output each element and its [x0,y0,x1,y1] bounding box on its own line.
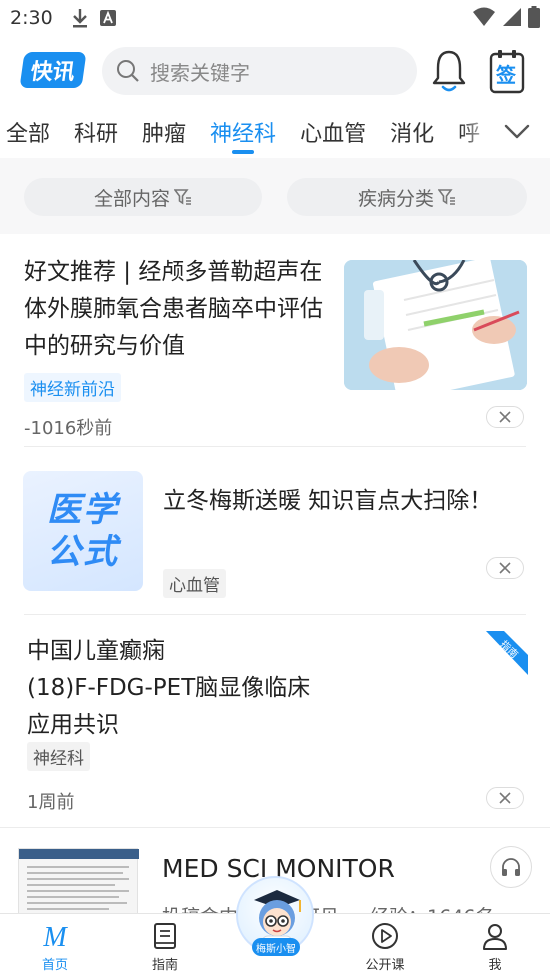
filter-icon [174,189,191,205]
chevron-down-icon[interactable] [504,118,530,144]
svg-text:M: M [42,922,68,950]
journal-cover-image [19,849,139,910]
user-icon [483,924,507,950]
card-time: -1016秒前 [24,418,113,439]
app-logo[interactable]: 快讯 [19,52,87,88]
tab-2[interactable]: 肿瘤 [130,108,198,156]
filter-content-label: 全部内容 [93,187,170,210]
card-thumbnail [18,848,139,914]
sign-in-label: 签 [496,63,516,87]
close-icon [499,562,511,574]
nav-open-course[interactable]: 公开课 [340,914,430,979]
thumbnail-text-2: 公式 [47,532,119,572]
play-circle-icon [372,923,398,949]
filter-bar: 全部内容 疾病分类 [0,158,550,234]
close-icon [499,411,511,423]
nav-open-course-label: 公开课 [365,958,405,973]
card-title-line: (18)F-FDG-PET脑显像临床 [27,675,311,701]
filter-disease-button[interactable]: 疾病分类 [287,178,527,216]
card-title-line: 应用共识 [27,712,119,738]
search-placeholder: 搜索关键字 [150,60,250,85]
tab-track: 全部科研肿瘤神经科心血管消化呼 [0,108,492,156]
listen-button[interactable] [490,846,532,888]
nav-me-label: 我 [488,958,502,973]
card-title-line: 中国儿童癫痫 [27,638,165,664]
feed-card[interactable]: 好文推荐 | 经颅多普勒超声在体外膜肺氧合患者脑卒中评估中的研究与价值 神经新前… [0,234,550,447]
card-tag[interactable]: 心血管 [163,569,226,598]
dismiss-button[interactable] [486,406,524,428]
nav-guide-label: 指南 [151,958,178,973]
feed-card[interactable]: 中国儿童癫痫 (18)F-FDG-PET脑显像临床 应用共识 指南 神经科 1周… [0,615,550,827]
dismiss-button[interactable] [486,557,524,579]
nav-guide[interactable]: 指南 [120,914,210,979]
bell-icon[interactable] [430,48,468,94]
filter-icon [438,189,455,205]
nav-home-label: 首页 [41,958,68,973]
tab-5[interactable]: 消化 [378,108,446,156]
status-time: 2:30 [10,7,53,29]
nav-me[interactable]: 我 [450,914,540,979]
dismiss-button[interactable] [486,787,524,809]
nav-home[interactable]: M 首页 [10,914,100,979]
tab-4[interactable]: 心血管 [288,108,378,156]
status-bar: 2:30 [0,0,550,36]
headphones-icon [502,858,520,876]
tab-0[interactable]: 全部 [0,108,62,156]
doctor-writing-image [344,260,527,390]
card-thumbnail: 医学 公式 [23,471,143,591]
mascot-label: 梅斯小智 [252,938,300,956]
search-icon [117,60,139,82]
thumbnail-text-1: 医学 [47,490,119,530]
close-icon [499,792,511,804]
tab-1[interactable]: 科研 [62,108,130,156]
card-title: 中国儿童癫痫 (18)F-FDG-PET脑显像临床 应用共识 [27,633,467,744]
search-bar[interactable]: 搜索关键字 [102,47,417,95]
app-notification-icon [99,10,116,26]
tab-3[interactable]: 神经科 [198,108,288,156]
card-thumbnail [344,260,527,390]
top-header: 快讯 搜索关键字 签 [0,44,550,98]
card-time: 1周前 [27,792,75,813]
filter-content-button[interactable]: 全部内容 [24,178,262,216]
card-title: 立冬梅斯送暖 知识盲点大扫除！ [163,488,493,514]
filter-disease-label: 疾病分类 [357,187,434,210]
wifi-icon [473,7,495,26]
status-right-icons [472,6,540,28]
book-icon [154,923,176,949]
signal-icon [503,8,521,26]
guideline-ribbon: 指南 [486,631,528,675]
home-m-icon: M [42,922,68,950]
category-tabs: 全部科研肿瘤神经科心血管消化呼 [0,108,550,156]
feed-card[interactable]: 医学 公式 立冬梅斯送暖 知识盲点大扫除！ 心血管 [0,447,550,614]
card-title: 好文推荐 | 经颅多普勒超声在体外膜肺氧合患者脑卒中评估中的研究与价值 [24,259,323,359]
battery-icon [528,6,540,28]
status-left-icons [71,7,117,29]
app-screen: 2:30 快讯 搜索关键字 签 全部 科研 肿瘤 神经科 心血管 消化 全部内容… [0,0,550,979]
card-tag[interactable]: 神经科 [27,742,90,771]
card-tag[interactable]: 神经新前沿 [24,373,121,402]
download-icon [72,9,87,28]
